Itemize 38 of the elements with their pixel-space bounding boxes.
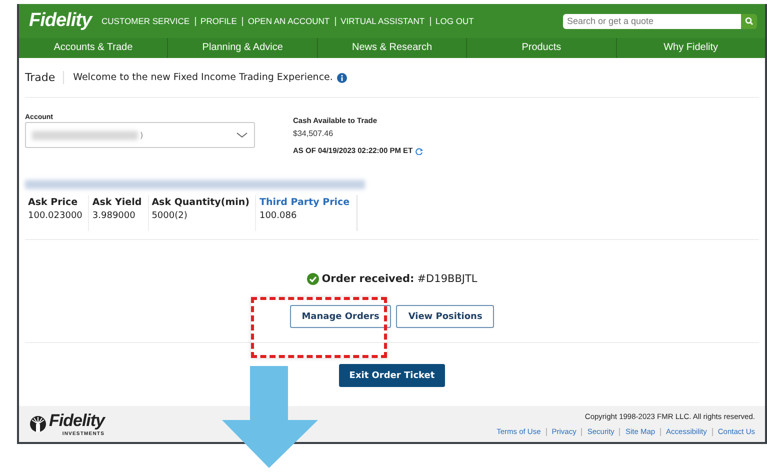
brand-logo[interactable]: Fidelity <box>29 10 92 32</box>
third-party-price-link[interactable]: Third Party Price <box>259 197 350 208</box>
account-dropdown[interactable]: ) <box>25 122 255 148</box>
search-icon <box>745 17 753 25</box>
header-link[interactable]: VIRTUAL ASSISTANT <box>340 16 425 26</box>
order-label: Order received: <box>322 273 414 285</box>
exit-button[interactable]: Exit Order Ticket <box>339 364 445 387</box>
search-button[interactable] <box>741 14 757 28</box>
header-link[interactable]: LOG OUT <box>436 16 474 26</box>
quote-value: 5000(2) <box>152 211 188 221</box>
quote-value: 100.023000 <box>28 211 82 221</box>
header-link[interactable]: OPEN AN ACCOUNT <box>248 16 330 26</box>
column-header: Ask Price <box>28 197 79 208</box>
footer-brand: Fidelity <box>49 411 105 431</box>
nav-tab[interactable]: Accounts & Trade <box>19 38 168 58</box>
info-icon[interactable] <box>336 72 347 82</box>
order-number: #D19BBJTL <box>417 273 478 285</box>
nav-tab[interactable]: Planning & Advice <box>167 38 317 58</box>
check-circle-icon <box>306 273 319 285</box>
nav-tab[interactable]: Products <box>466 38 616 58</box>
column-header: Ask Quantity(min) <box>152 197 250 208</box>
account-value: ) <box>140 130 144 140</box>
header-link[interactable]: CUSTOMER SERVICE <box>102 16 190 26</box>
pyramid-logo-icon <box>29 415 47 433</box>
quote-value: 100.086 <box>259 211 298 221</box>
refresh-icon[interactable] <box>414 146 424 154</box>
action-button[interactable]: Manage Orders <box>290 305 392 328</box>
nav-tab[interactable]: News & Research <box>316 38 466 58</box>
chevron-down-icon <box>236 132 248 138</box>
nav-tab[interactable]: Why Fidelity <box>616 38 765 58</box>
page-title: Trade <box>25 71 64 84</box>
cash-amount: $34,507.46 <box>293 129 334 138</box>
search-field[interactable]: Search or get a quote <box>563 14 741 28</box>
column-header: Ask Yield <box>92 197 142 208</box>
header-link[interactable]: PROFILE <box>200 16 237 26</box>
welcome-text: Welcome to the new Fixed Income Trading Experience. <box>72 72 333 83</box>
action-button[interactable]: View Positions <box>396 305 494 328</box>
quote-value: 3.989000 <box>92 211 136 221</box>
